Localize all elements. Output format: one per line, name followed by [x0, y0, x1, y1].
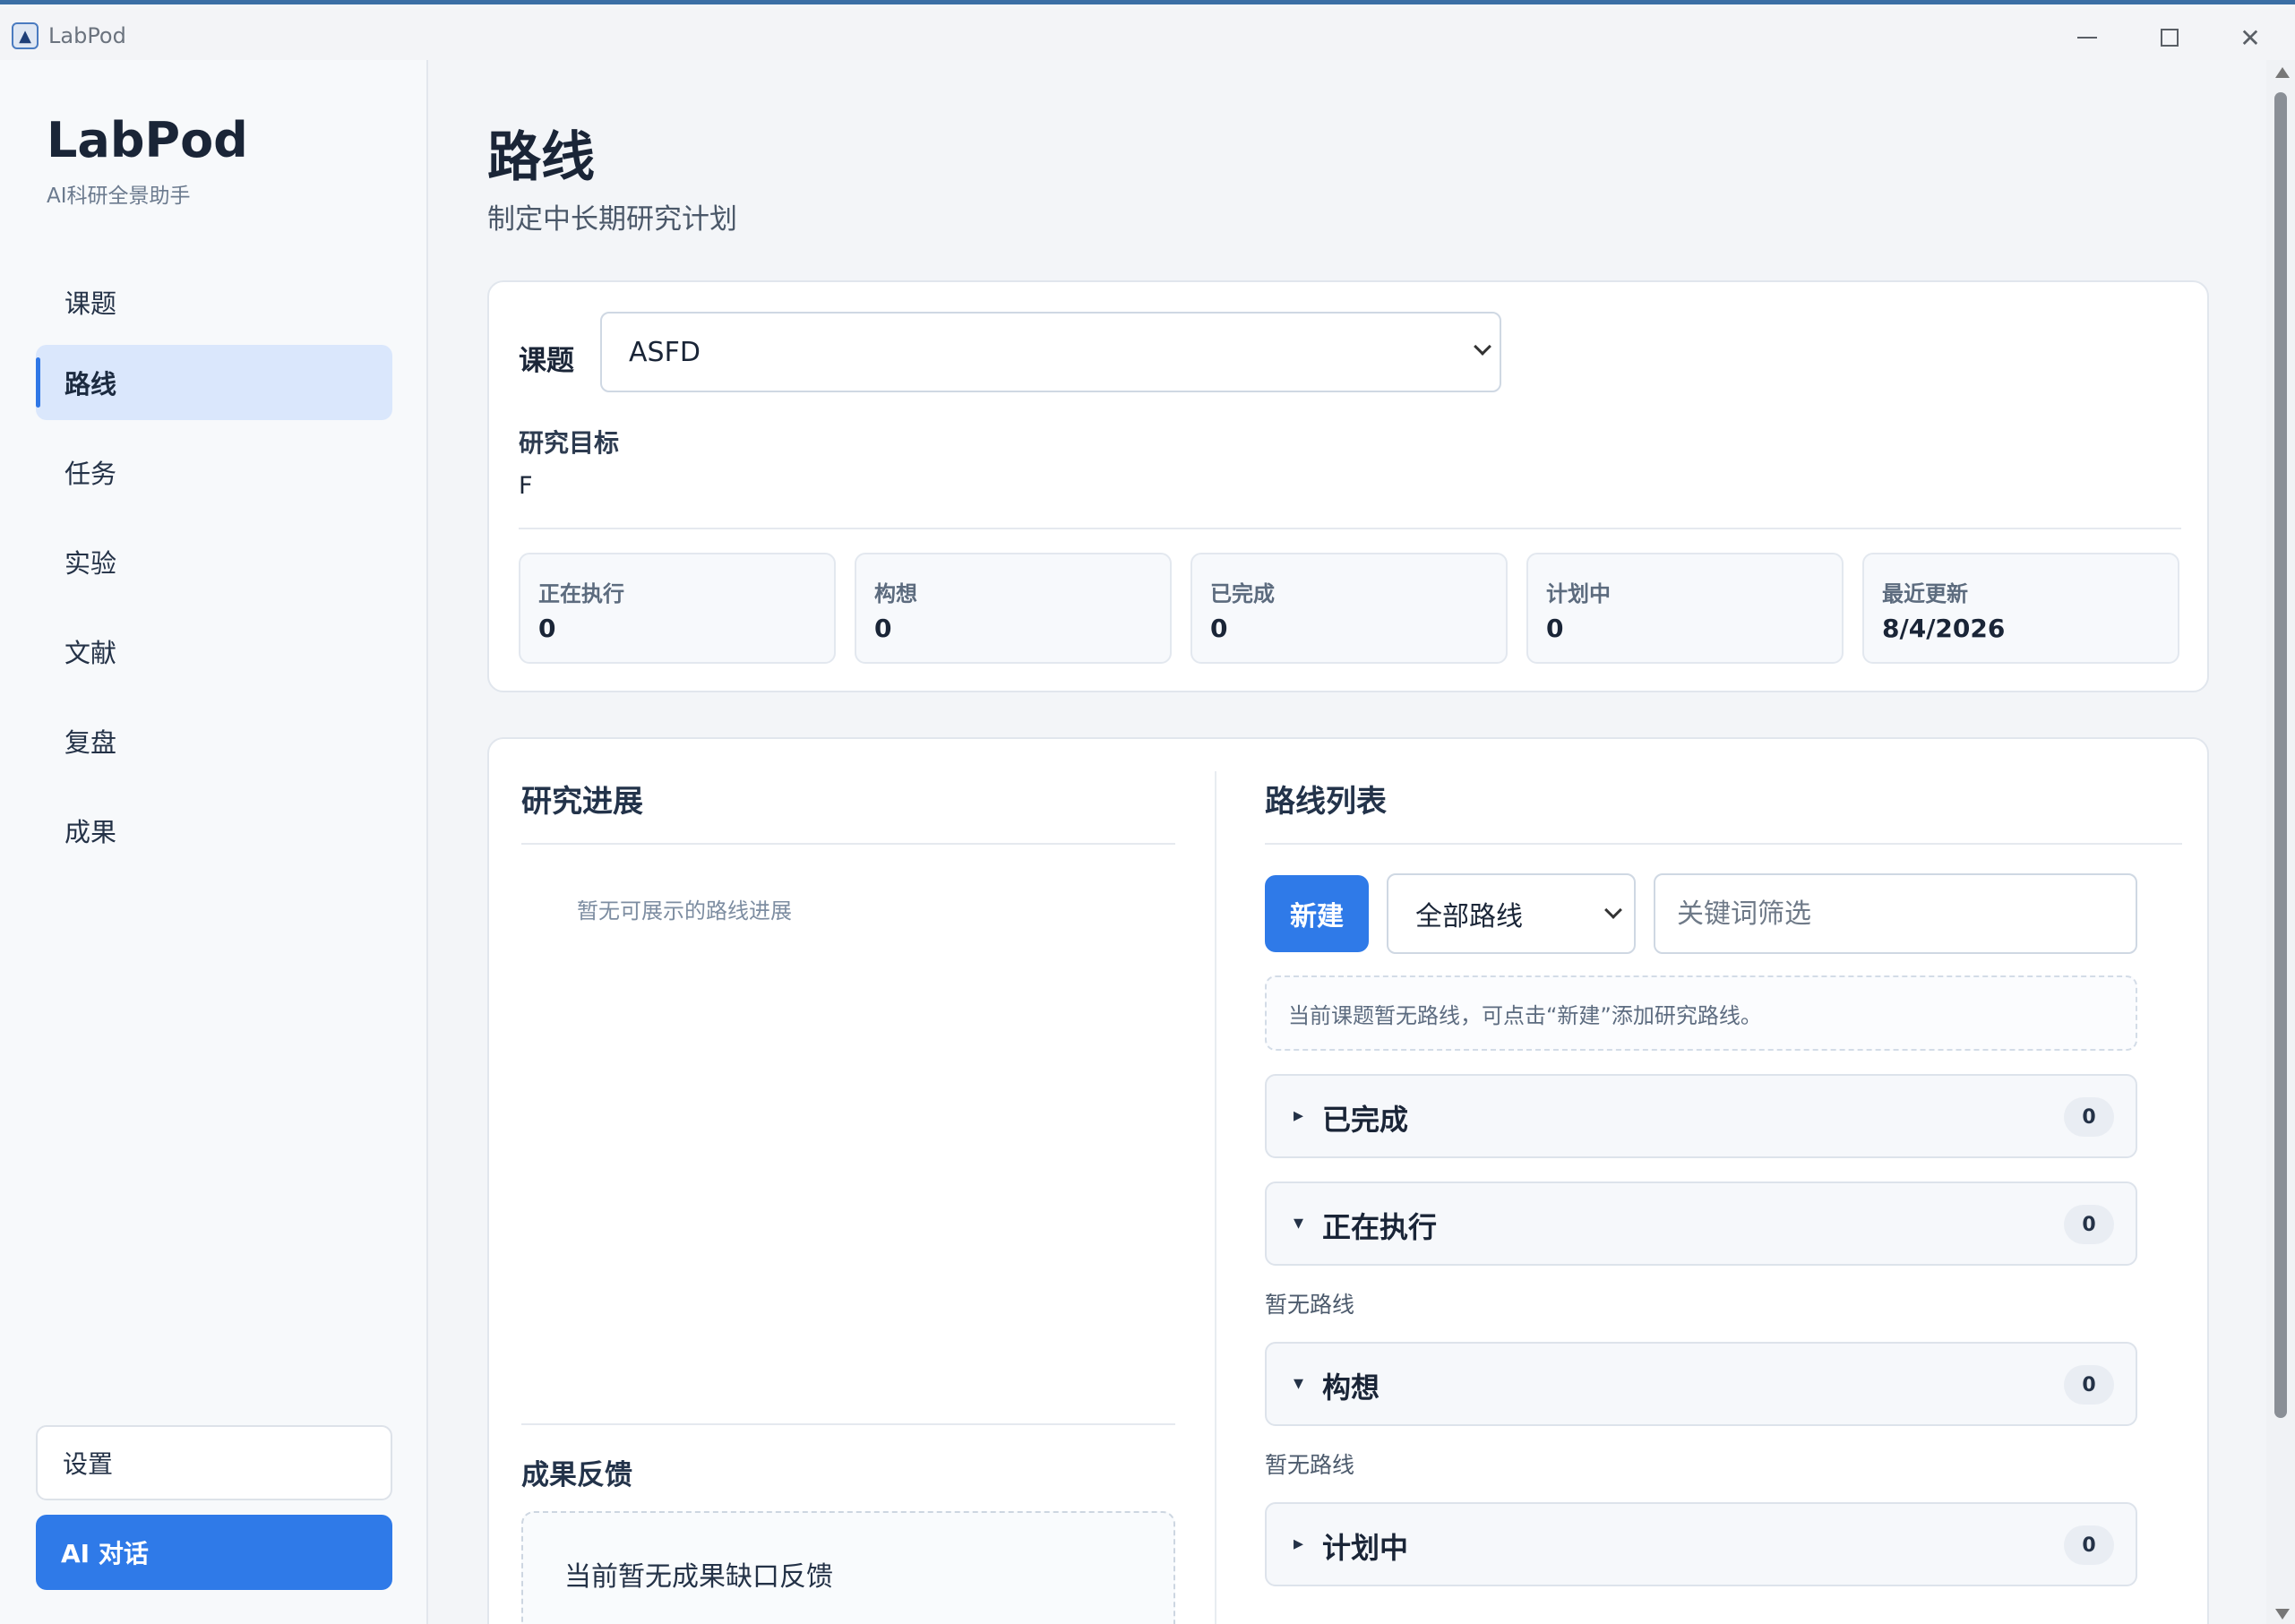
stat-value: 8/4/2026: [1882, 614, 2006, 643]
stat-ideas: 构想 0: [855, 553, 1172, 664]
group-empty-text: 暂无路线: [1265, 1292, 1355, 1318]
close-icon: ✕: [2239, 22, 2261, 53]
feedback-title: 成果反馈: [521, 1459, 632, 1491]
new-route-button[interactable]: 新建: [1265, 875, 1369, 952]
topic-select[interactable]: ASFD: [600, 312, 1501, 392]
progress-title: 研究进展: [521, 784, 643, 820]
column-divider: [1215, 771, 1216, 1624]
settings-button[interactable]: 设置: [36, 1425, 392, 1500]
route-filter-select[interactable]: 全部路线: [1387, 873, 1636, 954]
feedback-empty-text: 当前暂无成果缺口反馈: [564, 1561, 833, 1593]
title-bar: ▲ LabPod ✕: [0, 9, 2295, 60]
page-title: 路线: [487, 126, 595, 189]
route-filter-value: 全部路线: [1415, 901, 1523, 932]
sidebar-item-routes[interactable]: 路线: [36, 345, 392, 420]
caret-down-icon: ▾: [1294, 1212, 1304, 1234]
stat-completed: 已完成 0: [1190, 553, 1508, 664]
topic-select-value: ASFD: [629, 336, 701, 368]
chevron-down-icon: [1474, 338, 1491, 356]
group-label: 已完成: [1322, 1103, 1409, 1137]
divider: [521, 1423, 1175, 1425]
maximize-button[interactable]: [2143, 16, 2196, 59]
group-ideas[interactable]: ▾ 构想 0: [1265, 1342, 2137, 1426]
brand-logo: LabPod: [47, 112, 248, 168]
stat-value: 0: [1546, 614, 1564, 643]
stat-planned: 计划中 0: [1526, 553, 1844, 664]
stat-label: 最近更新: [1882, 581, 1968, 606]
stat-value: 0: [538, 614, 556, 643]
routes-title: 路线列表: [1265, 784, 1387, 820]
caret-right-icon: ▸: [1294, 1104, 1304, 1127]
maximize-icon: [2161, 29, 2179, 47]
group-label: 计划中: [1322, 1531, 1409, 1565]
stat-last-updated: 最近更新 8/4/2026: [1862, 553, 2179, 664]
stat-label: 正在执行: [538, 581, 624, 606]
scroll-thumb[interactable]: [2274, 92, 2287, 1418]
sidebar-item-review[interactable]: 复盘: [36, 703, 392, 778]
app-window: ▲ LabPod ✕ LabPod AI科研全景助手 课题 路线 任务 实验 文…: [0, 0, 2295, 1624]
brand-subtitle: AI科研全景助手: [47, 185, 191, 208]
progress-empty-text: 暂无可展示的路线进展: [577, 898, 792, 924]
window-title: LabPod: [48, 23, 126, 48]
group-count-badge: 0: [2064, 1205, 2114, 1244]
group-label: 构想: [1322, 1371, 1380, 1405]
topic-card: 课题 ASFD 研究目标 F 正在执行 0 构想 0 已完成 0 计划中 0 最…: [487, 280, 2209, 692]
close-button[interactable]: ✕: [2223, 16, 2277, 59]
sidebar-item-literature[interactable]: 文献: [36, 614, 392, 689]
routes-card: 研究进展 暂无可展示的路线进展 成果反馈 当前暂无成果缺口反馈 路线列表 新建 …: [487, 737, 2209, 1624]
stat-label: 构想: [874, 581, 917, 606]
page-subtitle: 制定中长期研究计划: [487, 203, 737, 236]
keyword-filter-input[interactable]: [1654, 873, 2137, 954]
group-count-badge: 0: [2064, 1525, 2114, 1565]
goal-label: 研究目标: [519, 428, 620, 458]
main-content: 路线 制定中长期研究计划 课题 ASFD 研究目标 F 正在执行 0 构想 0 …: [430, 60, 2257, 1624]
stat-label: 已完成: [1210, 581, 1275, 606]
empty-routes-notice: 当前课题暂无路线，可点击“新建”添加研究路线。: [1265, 975, 2137, 1051]
divider: [1265, 843, 2182, 845]
scroll-down-icon[interactable]: [2275, 1609, 2290, 1620]
stat-value: 0: [1210, 614, 1228, 643]
stat-executing: 正在执行 0: [519, 553, 836, 664]
chevron-down-icon: [1604, 901, 1622, 919]
group-empty-text: 暂无路线: [1265, 1452, 1355, 1478]
vertical-scrollbar[interactable]: [2266, 60, 2295, 1624]
ai-chat-button[interactable]: AI 对话: [36, 1515, 392, 1590]
group-executing[interactable]: ▾ 正在执行 0: [1265, 1181, 2137, 1266]
divider: [521, 843, 1175, 845]
sidebar-item-tasks[interactable]: 任务: [36, 434, 392, 510]
minimize-icon: [2077, 37, 2097, 39]
goal-value: F: [519, 472, 533, 500]
minimize-button[interactable]: [2060, 16, 2114, 59]
scroll-up-icon[interactable]: [2275, 67, 2290, 78]
group-planned[interactable]: ▸ 计划中 0: [1265, 1502, 2137, 1586]
group-label: 正在执行: [1322, 1210, 1438, 1244]
stat-label: 计划中: [1546, 581, 1611, 606]
sidebar-item-topics[interactable]: 课题: [36, 264, 392, 339]
feedback-box: 当前暂无成果缺口反馈: [521, 1511, 1175, 1624]
sidebar: LabPod AI科研全景助手 课题 路线 任务 实验 文献 复盘 成果 设置 …: [0, 60, 428, 1624]
stat-value: 0: [874, 614, 892, 643]
caret-down-icon: ▾: [1294, 1372, 1304, 1395]
sidebar-item-results[interactable]: 成果: [36, 793, 392, 868]
topic-label: 课题: [519, 345, 574, 377]
caret-right-icon: ▸: [1294, 1533, 1304, 1555]
divider: [519, 528, 2181, 529]
group-completed[interactable]: ▸ 已完成 0: [1265, 1074, 2137, 1158]
sidebar-item-experiments[interactable]: 实验: [36, 524, 392, 599]
group-count-badge: 0: [2064, 1365, 2114, 1405]
app-logo-icon: ▲: [12, 22, 39, 49]
group-count-badge: 0: [2064, 1097, 2114, 1137]
